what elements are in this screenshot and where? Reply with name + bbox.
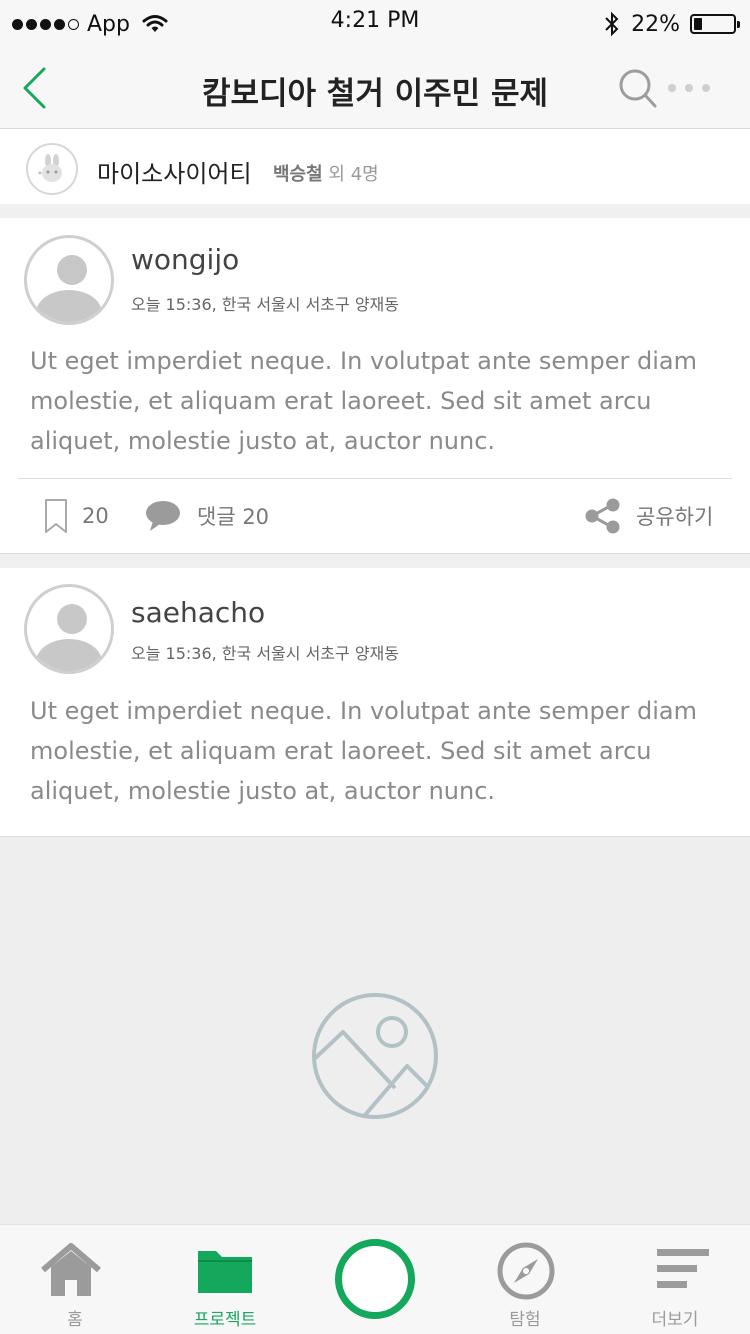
nav-bar: 캄보디아 철거 이주민 문제 bbox=[0, 48, 750, 129]
comment-bubble-icon bbox=[146, 501, 180, 531]
bookmark-button[interactable]: 20 bbox=[44, 496, 124, 536]
search-button[interactable] bbox=[614, 66, 662, 110]
post-divider bbox=[18, 478, 732, 479]
share-button[interactable]: 공유하기 bbox=[584, 496, 724, 536]
section-gap bbox=[0, 204, 750, 218]
menu-lines-icon bbox=[657, 1249, 709, 1288]
user-avatar[interactable] bbox=[24, 235, 114, 325]
user-avatar[interactable] bbox=[24, 584, 114, 674]
tab-create[interactable] bbox=[300, 1225, 450, 1334]
bookmark-count: 20 bbox=[82, 504, 109, 528]
comment-button[interactable]: 댓글 20 bbox=[145, 496, 285, 536]
folder-icon bbox=[198, 1251, 252, 1293]
post-card: saehacho 오늘 15:36, 한국 서울시 서초구 양재동 Ut ege… bbox=[0, 568, 750, 836]
share-label: 공유하기 bbox=[636, 505, 714, 529]
battery-level bbox=[694, 18, 703, 30]
post-body: Ut eget imperdiet neque. In volutpat ant… bbox=[30, 347, 697, 455]
share-icon bbox=[585, 498, 620, 534]
group-members: 백승철 외 4명 bbox=[273, 160, 379, 186]
group-row[interactable]: 마이소사이어티 백승철 외 4명 bbox=[0, 130, 750, 204]
lead-member-name: 백승철 bbox=[273, 164, 323, 185]
post-meta: 오늘 15:36, 한국 서울시 서초구 양재동 bbox=[131, 295, 399, 314]
tab-home[interactable]: 홈 bbox=[0, 1225, 150, 1334]
tab-project[interactable]: 프로젝트 bbox=[150, 1225, 300, 1334]
tab-more[interactable]: 더보기 bbox=[600, 1225, 750, 1334]
comment-count-label: 댓글 20 bbox=[197, 505, 270, 529]
post-username[interactable]: wongijo bbox=[131, 243, 239, 276]
battery-icon bbox=[690, 14, 740, 34]
status-bar: App 4:21 PM 22% bbox=[0, 0, 750, 48]
other-members-count: 외 4명 bbox=[322, 164, 379, 185]
battery-percent: 22% bbox=[631, 11, 680, 37]
group-name: 마이소사이어티 bbox=[97, 160, 252, 188]
tab-explore[interactable]: 탐험 bbox=[450, 1225, 600, 1334]
tab-label: 탐험 bbox=[509, 1310, 541, 1330]
search-icon bbox=[619, 69, 657, 108]
home-icon bbox=[41, 1243, 101, 1296]
post-username[interactable]: saehacho bbox=[131, 596, 265, 629]
tab-bar: 홈 프로젝트 탐험 더보기 bbox=[0, 1224, 750, 1334]
tab-label: 홈 bbox=[67, 1310, 83, 1330]
create-ring-icon bbox=[335, 1239, 415, 1319]
more-dots-icon[interactable] bbox=[668, 78, 724, 98]
post-meta: 오늘 15:36, 한국 서울시 서초구 양재동 bbox=[131, 644, 399, 663]
post-body: Ut eget imperdiet neque. In volutpat ant… bbox=[30, 697, 697, 805]
compass-icon bbox=[497, 1242, 555, 1300]
group-avatar bbox=[26, 143, 78, 195]
tab-label: 프로젝트 bbox=[193, 1310, 257, 1330]
post-separator bbox=[0, 554, 750, 568]
image-placeholder-area bbox=[0, 836, 750, 1224]
bookmark-icon bbox=[45, 499, 67, 533]
status-right: 22% bbox=[603, 9, 740, 39]
bluetooth-icon bbox=[605, 11, 619, 37]
post-card: wongijo 오늘 15:36, 한국 서울시 서초구 양재동 Ut eget… bbox=[0, 218, 750, 554]
image-placeholder-icon bbox=[312, 993, 438, 1119]
tab-label: 더보기 bbox=[651, 1310, 699, 1330]
rabbit-logo-icon bbox=[38, 154, 62, 182]
